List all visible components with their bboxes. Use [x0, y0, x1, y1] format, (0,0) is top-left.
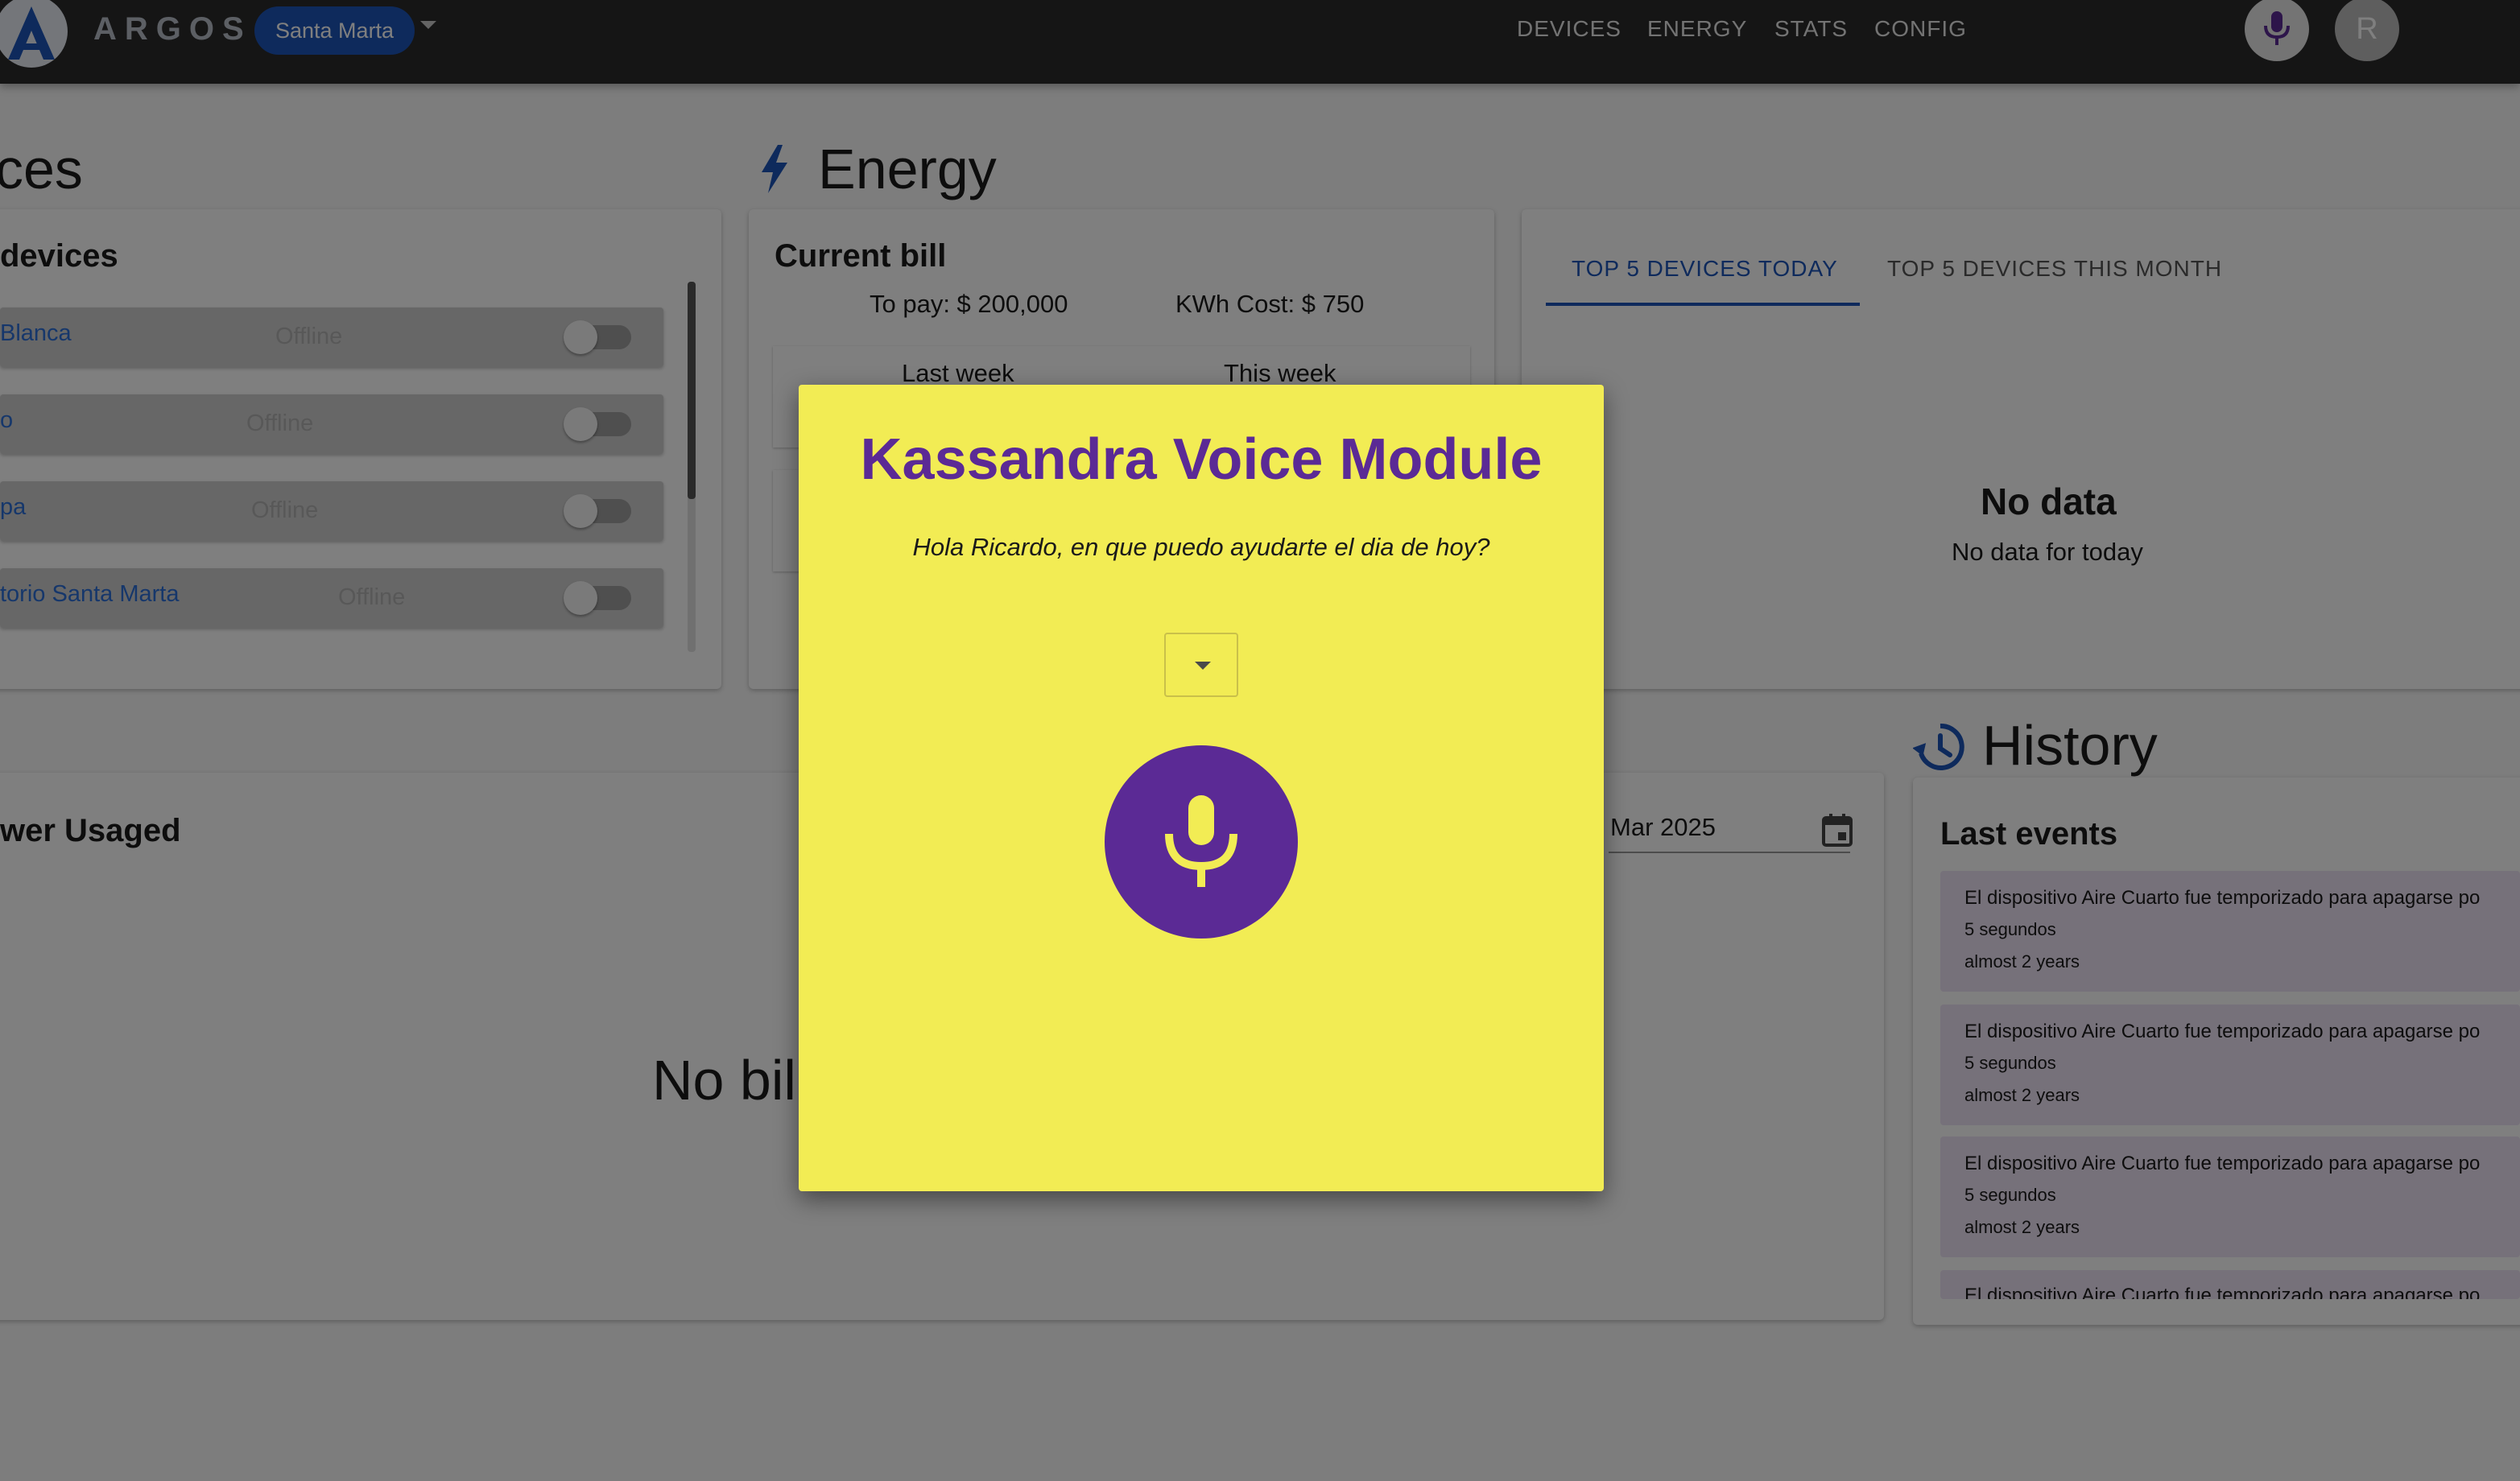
voice-select[interactable] [1164, 633, 1238, 697]
dialog-greeting: Hola Ricardo, en que puedo ayudarte el d… [912, 533, 1490, 561]
chevron-down-icon [1195, 662, 1211, 670]
voice-module-dialog: Kassandra Voice Module Hola Ricardo, en … [799, 385, 1604, 1191]
dialog-title: Kassandra Voice Module [860, 427, 1543, 492]
microphone-icon [1165, 795, 1237, 887]
record-button[interactable] [1105, 745, 1298, 939]
